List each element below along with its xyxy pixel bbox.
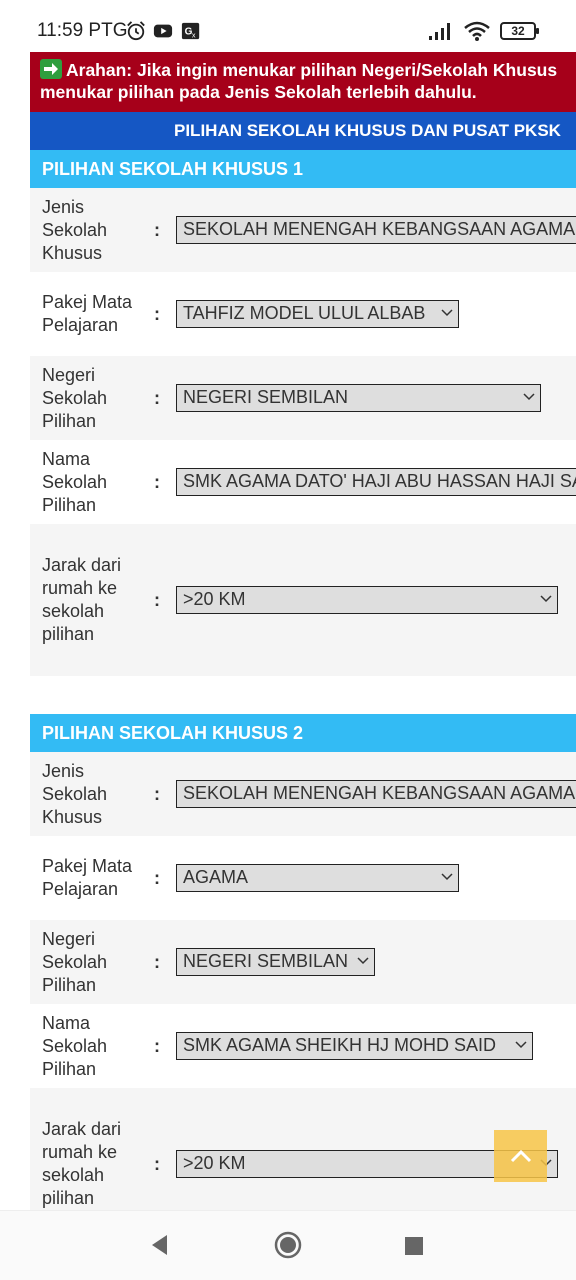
scroll-to-top-button[interactable] <box>494 1130 547 1182</box>
chevron-down-icon <box>515 1041 527 1049</box>
section-gap <box>30 676 576 714</box>
field-colon: : <box>154 1035 160 1056</box>
select-value: >20 KM <box>183 1153 246 1173</box>
nama-sekolah-select-1[interactable]: SMK AGAMA DATO' HAJI ABU HASSAN HAJI SAI… <box>176 468 576 496</box>
field-colon: : <box>154 387 160 408</box>
arrow-right-icon <box>40 59 62 79</box>
field-colon: : <box>154 589 160 610</box>
status-time: 11:59 PTG <box>37 20 128 41</box>
jenis-sekolah-select-1[interactable]: SEKOLAH MENENGAH KEBANGSAAN AGAMA <box>176 216 576 244</box>
section-1-header: PILIHAN SEKOLAH KHUSUS 1 <box>30 150 576 188</box>
wifi-icon <box>464 21 490 41</box>
field-label: Pakej Mata Pelajaran <box>42 292 133 335</box>
field-row-nama-sekolah-2: Nama Sekolah Pilihan : SMK AGAMA SHEIKH … <box>30 1004 576 1088</box>
field-row-negeri-1: Negeri Sekolah Pilihan : NEGERI SEMBILAN <box>30 356 576 440</box>
field-colon: : <box>154 471 160 492</box>
status-bar: 11:59 PTG G x 32 <box>0 0 576 52</box>
field-label: Pakej Mata Pelajaran <box>42 856 133 899</box>
field-label: Nama Sekolah Pilihan <box>42 1012 108 1079</box>
select-value: SMK AGAMA SHEIKH HJ MOHD SAID <box>183 1035 497 1055</box>
field-colon: : <box>154 951 160 972</box>
page-viewport[interactable]: Arahan: Jika ingin menukar pilihan Neger… <box>0 52 576 1210</box>
section-2-header: PILIHAN SEKOLAH KHUSUS 2 <box>30 714 576 752</box>
recents-icon[interactable] <box>404 1236 424 1256</box>
field-label: Jenis Sekolah Khusus <box>42 760 108 827</box>
svg-text:x: x <box>192 30 196 39</box>
chevron-down-icon <box>357 957 369 965</box>
jarak-select-1[interactable]: >20 KM <box>176 586 558 614</box>
field-label: Nama Sekolah Pilihan <box>42 448 108 515</box>
field-label: Negeri Sekolah Pilihan <box>42 928 108 995</box>
field-row-jenis-sekolah-1: Jenis Sekolah Khusus : SEKOLAH MENENGAH … <box>30 188 576 272</box>
chevron-down-icon <box>441 873 453 881</box>
field-colon: : <box>154 303 160 324</box>
select-value: NEGERI SEMBILAN <box>183 387 349 407</box>
select-value: SEKOLAH MENENGAH KEBANGSAAN AGAMA <box>183 219 576 239</box>
jenis-sekolah-select-2[interactable]: SEKOLAH MENENGAH KEBANGSAAN AGAMA <box>176 780 576 808</box>
select-value: TAHFIZ MODEL ULUL ALBAB <box>183 303 426 323</box>
field-label: Jarak dari rumah ke sekolah pilihan <box>42 1119 122 1208</box>
field-colon: : <box>154 867 160 888</box>
pakej-select-2[interactable]: AGAMA <box>176 864 459 892</box>
back-icon[interactable] <box>149 1233 171 1257</box>
youtube-icon <box>153 24 173 38</box>
select-value: SEKOLAH MENENGAH KEBANGSAAN AGAMA <box>183 783 576 803</box>
select-value: AGAMA <box>183 867 249 887</box>
field-label: Jarak dari rumah ke sekolah pilihan <box>42 555 122 644</box>
field-row-pakej-1: Pakej Mata Pelajaran : TAHFIZ MODEL ULUL… <box>30 272 576 356</box>
select-value: NEGERI SEMBILAN <box>183 951 349 971</box>
nama-sekolah-select-2[interactable]: SMK AGAMA SHEIKH HJ MOHD SAID <box>176 1032 533 1060</box>
chevron-down-icon <box>540 595 552 603</box>
instruction-banner: Arahan: Jika ingin menukar pilihan Neger… <box>30 52 576 112</box>
field-row-pakej-2: Pakej Mata Pelajaran : AGAMA <box>30 836 576 920</box>
field-row-nama-sekolah-1: Nama Sekolah Pilihan : SMK AGAMA DATO' H… <box>30 440 576 524</box>
home-icon[interactable] <box>274 1231 302 1259</box>
alarm-icon <box>127 21 145 41</box>
navigation-bar <box>0 1210 576 1280</box>
field-colon: : <box>154 219 160 240</box>
battery-icon: 32 <box>500 22 539 40</box>
field-row-negeri-2: Negeri Sekolah Pilihan : NEGERI SEMBILAN <box>30 920 576 1004</box>
chevron-down-icon <box>523 393 535 401</box>
field-colon: : <box>154 783 160 804</box>
chevron-up-icon <box>510 1149 531 1163</box>
chevron-down-icon <box>441 309 453 317</box>
field-label: Jenis Sekolah Khusus <box>42 196 108 263</box>
field-label: Negeri Sekolah Pilihan <box>42 364 108 431</box>
page-content: Arahan: Jika ingin menukar pilihan Neger… <box>30 52 576 1210</box>
select-value: SMK AGAMA DATO' HAJI ABU HASSAN HAJI SAI… <box>183 471 576 491</box>
instruction-line-2: menukar pilihan pada Jenis Sekolah terle… <box>40 82 477 102</box>
page-title: PILIHAN SEKOLAH KHUSUS DAN PUSAT PKSK <box>30 112 576 150</box>
status-right: 32 <box>428 21 539 41</box>
field-row-jenis-sekolah-2: Jenis Sekolah Khusus : SEKOLAH MENENGAH … <box>30 752 576 836</box>
signal-icon <box>429 23 450 40</box>
field-row-jarak-1: Jarak dari rumah ke sekolah pilihan : >2… <box>30 524 576 676</box>
translate-icon: G x <box>181 22 200 39</box>
select-value: >20 KM <box>183 589 246 609</box>
negeri-select-2[interactable]: NEGERI SEMBILAN <box>176 948 375 976</box>
instruction-line-1: Arahan: Jika ingin menukar pilihan Neger… <box>66 60 558 80</box>
field-colon: : <box>154 1153 160 1174</box>
pakej-select-1[interactable]: TAHFIZ MODEL ULUL ALBAB <box>176 300 459 328</box>
negeri-select-1[interactable]: NEGERI SEMBILAN <box>176 384 541 412</box>
